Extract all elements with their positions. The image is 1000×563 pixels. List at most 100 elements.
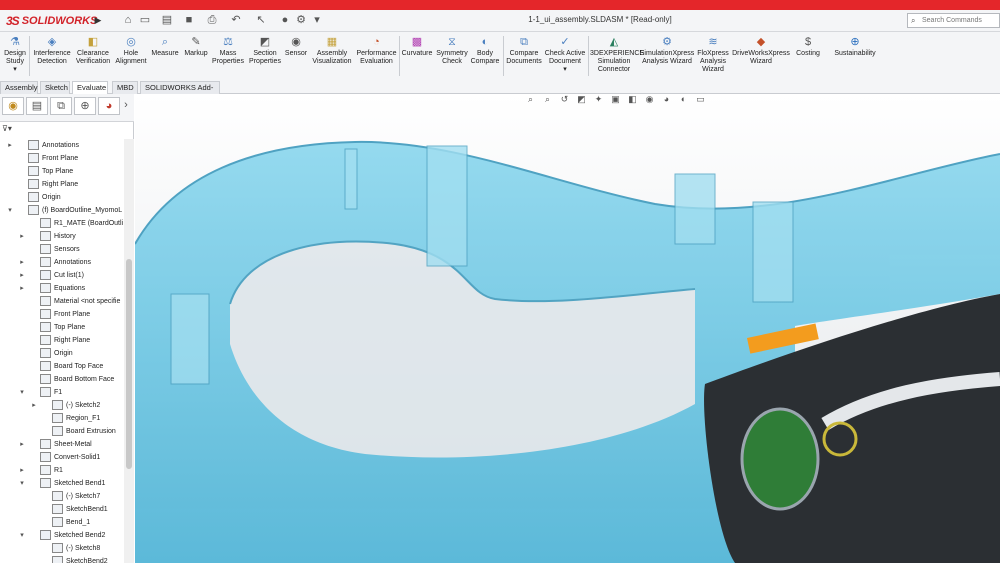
tree-item[interactable]: SketchBend2 [0,555,124,563]
tree-item[interactable]: (-) Sketch7 [0,490,124,503]
tree-item[interactable]: ▸ Equations [0,282,124,295]
ribbon-button-markup[interactable]: ✎ Markup [181,34,211,78]
tree-expand-arrow-icon[interactable]: ▸ [18,256,26,269]
tree-expand-arrow-icon[interactable]: ▸ [18,282,26,295]
tree-item[interactable]: Right Plane [0,178,124,191]
solidworks-logo[interactable]: 3S SOLIDWORKS [6,13,97,29]
ribbon-button-3dexperience-simulation-connector[interactable]: ◭ 3DEXPERIENCE Simulation Connector [590,34,644,78]
tree-item[interactable]: Material <not specifie [0,295,124,308]
ribbon-button-hole-alignment[interactable]: ◎ Hole Alignment [113,34,149,78]
tree-expand-arrow-icon[interactable]: ▸ [18,438,26,451]
open-folder-icon[interactable]: ▤ [160,13,174,27]
propertymanager-tab-icon[interactable]: ▤ [26,97,48,115]
tree-expand-arrow-icon[interactable]: ▸ [18,464,26,477]
ribbon-button-floxpress[interactable]: ≋ FloXpress Analysis Wizard [696,34,730,78]
ribbon-button-compare-documents[interactable]: ⧉ Compare Documents [505,34,543,78]
ribbon-button-symmetry-check[interactable]: ⧖ Symmetry Check [435,34,469,78]
tree-item[interactable]: ▾ (f) BoardOutline_MyomoL [0,204,124,217]
tab-mbd[interactable]: MBD [112,81,138,94]
tree-scrollbar[interactable] [124,139,134,563]
ribbon-button-performance-evaluation[interactable]: ◔ Performance Evaluation [355,34,398,78]
ribbon-button-interference-detection[interactable]: ◈ Interference Detection [31,34,73,78]
ribbon-button-measure[interactable]: ⌕ Measure [150,34,180,78]
dynamic-annotation-icon[interactable]: ✦ [593,94,604,108]
tree-expand-arrow-icon[interactable]: ▾ [6,204,14,217]
ribbon-button-design-study[interactable]: ⚗ Design Study ▾ [2,34,28,78]
ribbon-button-sensor[interactable]: ◉ Sensor [284,34,308,78]
tree-item[interactable]: Front Plane [0,308,124,321]
ribbon-button-clearance-verification[interactable]: ◧ Clearance Verification [74,34,112,78]
tree-item[interactable]: Board Extrusion [0,425,124,438]
ribbon-button-body-compare[interactable]: ◐ Body Compare [469,34,501,78]
tree-item[interactable]: SketchBend1 [0,503,124,516]
tree-item[interactable]: ▸ R1 [0,464,124,477]
ribbon-button-sustainability[interactable]: ⊕ Sustainability [830,34,880,78]
select-arrow-icon[interactable]: ↖ [254,13,268,27]
graphics-viewport[interactable]: ⌕ ⌕ ↺ ◩ ✦ ▣ ◧ ◉ ◕ ◐ ▭ [135,94,1000,563]
tree-expand-arrow-icon[interactable]: ▾ [18,477,26,490]
apply-scene-icon[interactable]: ◐ [678,94,689,108]
tree-item[interactable]: ▾ F1 [0,386,124,399]
tree-expand-arrow-icon[interactable]: ▾ [18,529,26,542]
tree-item[interactable]: Board Bottom Face [0,373,124,386]
display-style-icon[interactable]: ◧ [627,94,638,108]
tree-item[interactable]: Board Top Face [0,360,124,373]
tree-item[interactable]: Bend_1 [0,516,124,529]
dimxpert-tab-icon[interactable]: ⊕ [74,97,96,115]
ribbon-button-section-properties[interactable]: ◩ Section Properties [246,34,284,78]
options-gear-icon[interactable]: ⚙ [294,13,308,27]
ribbon-button-check-active-document[interactable]: ✓ Check Active Document ▾ [544,34,586,78]
tree-item[interactable]: ▾ Sketched Bend1 [0,477,124,490]
view-orientation-icon[interactable]: ▣ [610,94,621,108]
previous-view-icon[interactable]: ↺ [559,94,570,108]
hide-show-items-icon[interactable]: ◉ [644,94,655,108]
tree-item[interactable]: ▸ Annotations [0,256,124,269]
tree-item[interactable]: Region_F1 [0,412,124,425]
featuremanager-tab-icon[interactable]: ◉ [2,97,24,115]
tree-expand-arrow-icon[interactable]: ▾ [18,386,26,399]
tree-expand-arrow-icon[interactable]: ▸ [18,269,26,282]
ribbon-button-assembly-visualization[interactable]: ▦ Assembly Visualization [309,34,355,78]
tree-expand-arrow-icon[interactable]: ▸ [18,230,26,243]
home-icon[interactable]: ⌂ [121,13,135,27]
tree-item[interactable]: ▸ (-) Sketch2 [0,399,124,412]
view-settings-icon[interactable]: ▭ [695,94,706,108]
undo-icon[interactable]: ↶ [229,13,243,27]
tree-expand-arrow-icon[interactable]: ▸ [30,399,38,412]
tree-item[interactable]: ▸ Sheet-Metal [0,438,124,451]
tree-item[interactable]: (-) Sketch8 [0,542,124,555]
tree-expand-arrow-icon[interactable]: ▸ [6,139,14,152]
search-commands-input[interactable]: ⌕ Search Commands [907,13,1000,28]
tab-evaluate[interactable]: Evaluate [72,81,108,94]
ribbon-button-simulationxpress[interactable]: ⚙ SimulationXpress Analysis Wizard [639,34,695,78]
tree-item[interactable]: Front Plane [0,152,124,165]
tab-assembly[interactable]: Assembly [0,81,38,94]
tree-item[interactable]: Top Plane [0,165,124,178]
traffic-light-icon[interactable]: ● [278,13,292,27]
edit-appearance-icon[interactable]: ◕ [661,94,672,108]
display-manager-tab-icon[interactable]: ◕ [98,97,120,115]
tree-item[interactable]: ▾ Sketched Bend2 [0,529,124,542]
tab-sketch[interactable]: Sketch [40,81,70,94]
tree-item[interactable]: ▸ Cut list(1) [0,269,124,282]
tree-item[interactable]: Top Plane [0,321,124,334]
section-view-icon[interactable]: ◩ [576,94,587,108]
tab-solidworks-add-ins[interactable]: SOLIDWORKS Add-Ins [140,81,220,104]
ribbon-button-costing[interactable]: $ Costing [792,34,824,78]
green-button[interactable] [740,407,820,511]
tree-item[interactable]: Origin [0,347,124,360]
new-document-icon[interactable]: ▭ [138,13,152,27]
ribbon-button-curvature[interactable]: ▩ Curvature [401,34,433,78]
tree-item[interactable]: Origin [0,191,124,204]
tree-item[interactable]: Right Plane [0,334,124,347]
scrollbar-thumb[interactable] [126,259,132,469]
assembly-model[interactable] [135,94,1000,563]
menu-expand-arrow-icon[interactable]: ▶ [93,13,103,28]
panel-expand-chevron-icon[interactable]: › [120,97,132,115]
options-dropdown-icon[interactable]: ▾ [310,13,324,27]
tree-item[interactable]: R1_MATE (BoardOutli [0,217,124,230]
tree-filter-icon[interactable]: ⊽▾ [2,124,132,135]
zoom-to-area-icon[interactable]: ⌕ [542,94,553,108]
zoom-to-fit-icon[interactable]: ⌕ [525,94,536,108]
tree-item[interactable]: ▸ Annotations [0,139,124,152]
